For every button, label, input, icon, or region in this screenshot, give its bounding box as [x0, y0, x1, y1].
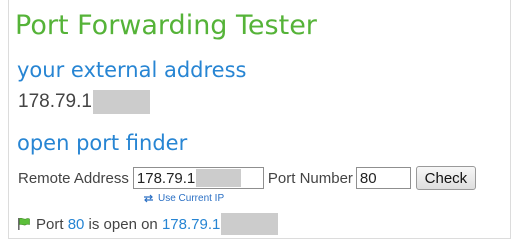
external-ip-text: 178.79.1 [18, 91, 92, 112]
port-number-input[interactable] [355, 167, 411, 189]
port-check-form: Remote Address 178.79.1 Port Number Chec… [18, 166, 476, 190]
remote-address-label: Remote Address [18, 169, 129, 187]
result-status-text: is open on [88, 215, 158, 233]
result-message: Port 80 is open on 178.79.1 [17, 213, 279, 235]
check-button[interactable]: Check [415, 166, 476, 190]
external-address-heading: your external address [17, 58, 247, 82]
swap-arrows-icon [144, 194, 153, 203]
green-flag-icon [18, 217, 30, 230]
remote-address-value: 178.79.1 [136, 169, 196, 187]
result-prefix: Port [36, 215, 64, 233]
result-port: 80 [67, 215, 85, 233]
redaction-block [92, 90, 150, 114]
use-current-ip-label: Use Current IP [158, 193, 225, 204]
redaction-block [196, 169, 242, 187]
remote-address-input[interactable]: 178.79.1 [132, 167, 264, 189]
open-port-finder-heading: open port finder [17, 131, 188, 155]
external-ip-display: 178.79.1 [18, 90, 150, 114]
port-number-label: Port Number [267, 169, 353, 187]
result-address: 178.79.1 [161, 215, 221, 233]
page-title: Port Forwarding Tester [15, 10, 317, 41]
use-current-ip-link[interactable]: Use Current IP [143, 193, 224, 204]
redaction-block [221, 213, 279, 235]
